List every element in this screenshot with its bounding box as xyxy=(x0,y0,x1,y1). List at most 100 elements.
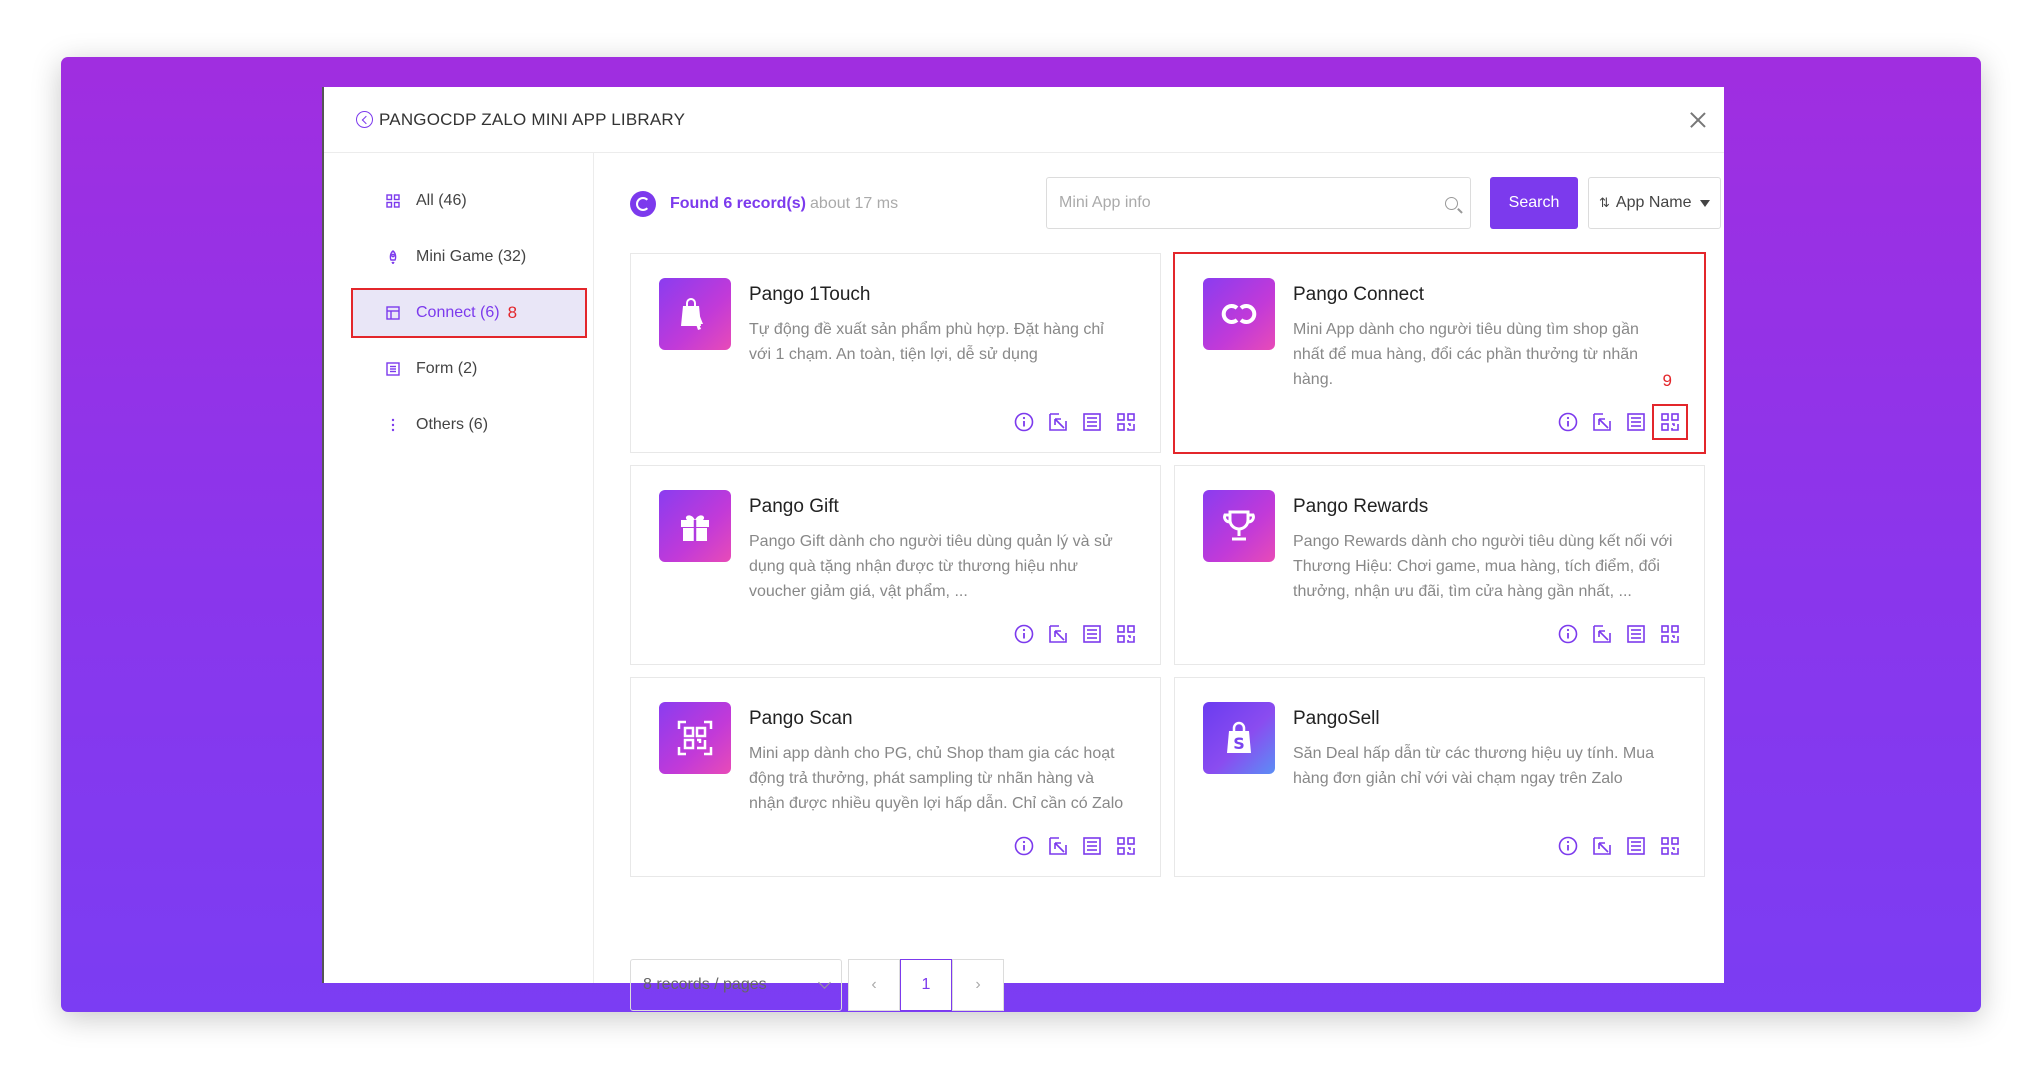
qr-code-icon[interactable] xyxy=(1660,624,1680,644)
form-icon xyxy=(386,362,400,376)
svg-text:S: S xyxy=(1233,734,1245,753)
app-card-pango-rewards[interactable]: Pango Rewards Pango Rewards dành cho ngư… xyxy=(1174,465,1705,665)
rocket-icon xyxy=(386,250,400,265)
app-card-pango-scan[interactable]: Pango Scan Mini app dành cho PG, chủ Sho… xyxy=(630,677,1161,877)
card-actions xyxy=(1558,404,1688,440)
open-link-icon[interactable] xyxy=(1048,412,1068,432)
details-list-icon[interactable] xyxy=(1082,412,1102,432)
page-size-select[interactable]: 8 records / pages xyxy=(630,959,842,1011)
app-title: Pango Scan xyxy=(749,708,853,729)
close-icon[interactable] xyxy=(1688,110,1708,130)
sort-icon: ⇅ xyxy=(1599,195,1610,210)
trophy-icon xyxy=(1203,490,1275,562)
card-actions xyxy=(1014,412,1136,432)
app-card-pangosell[interactable]: S PangoSell Săn Deal hấp dẫn từ các thươ… xyxy=(1174,677,1705,877)
chevron-left-icon: ‹ xyxy=(871,976,877,993)
open-link-icon[interactable] xyxy=(1048,624,1068,644)
card-actions xyxy=(1558,836,1680,856)
info-icon[interactable] xyxy=(1558,412,1578,432)
app-title: Pango Rewards xyxy=(1293,496,1429,517)
scan-icon xyxy=(659,702,731,774)
refresh-icon[interactable] xyxy=(630,191,656,217)
app-description: Săn Deal hấp dẫn từ các thương hiệu uy t… xyxy=(1293,745,1655,787)
qr-code-icon[interactable] xyxy=(1116,412,1136,432)
app-card-pango-connect[interactable]: Pango Connect Mini App dành cho người ti… xyxy=(1173,252,1706,454)
app-title: Pango 1Touch xyxy=(749,284,871,305)
open-link-icon[interactable] xyxy=(1048,836,1068,856)
modal-header: PANGOCDP ZALO MINI APP LIBRARY xyxy=(324,87,1724,153)
details-list-icon[interactable] xyxy=(1082,624,1102,644)
info-icon[interactable] xyxy=(1558,836,1578,856)
info-icon[interactable] xyxy=(1014,412,1034,432)
gift-icon xyxy=(659,490,731,562)
app-card-pango-gift[interactable]: Pango Gift Pango Gift dành cho người tiê… xyxy=(630,465,1161,665)
details-list-icon[interactable] xyxy=(1626,836,1646,856)
mini-app-library-modal: PANGOCDP ZALO MINI APP LIBRARY All (46) … xyxy=(322,87,1724,1011)
search-icon[interactable] xyxy=(1445,196,1458,210)
app-title: Pango Connect xyxy=(1293,284,1424,305)
chevron-right-icon: › xyxy=(975,976,981,993)
qr-code-icon[interactable] xyxy=(1116,624,1136,644)
search-field xyxy=(1046,177,1471,229)
app-description: Tự động đề xuất sản phẩm phù hợp. Đặt hà… xyxy=(749,321,1104,363)
result-summary: Found 6 record(s) about 17 ms xyxy=(630,191,898,217)
sidebar-item-label: Connect (6) xyxy=(416,304,500,321)
prev-page-button[interactable]: ‹ xyxy=(848,959,900,1011)
back-circle-icon[interactable] xyxy=(356,111,373,128)
sidebar-item-label: Form (2) xyxy=(416,360,478,377)
sort-select[interactable]: ⇅ App Name xyxy=(1588,177,1721,229)
details-list-icon[interactable] xyxy=(1626,624,1646,644)
sidebar-item-label: Others (6) xyxy=(416,416,489,433)
sell-bag-icon: S xyxy=(1203,702,1275,774)
search-input[interactable] xyxy=(1059,194,1445,212)
sidebar-item-connect[interactable]: Connect (6) 8 xyxy=(351,288,587,338)
link-icon xyxy=(1203,278,1275,350)
app-title: Pango Gift xyxy=(749,496,839,517)
app-description: Pango Rewards dành cho người tiêu dùng k… xyxy=(1293,533,1673,600)
sidebar-item-label: Mini Game (32) xyxy=(416,248,527,265)
qr-code-icon[interactable] xyxy=(1116,836,1136,856)
more-icon xyxy=(386,418,400,432)
grid-icon xyxy=(386,194,400,208)
info-icon[interactable] xyxy=(1558,624,1578,644)
page-size-label: 8 records / pages xyxy=(643,976,767,993)
sidebar-item-all[interactable]: All (46) xyxy=(352,177,586,225)
modal-title: PANGOCDP ZALO MINI APP LIBRARY xyxy=(379,109,686,129)
info-icon[interactable] xyxy=(1014,624,1034,644)
step-marker-8: 8 xyxy=(507,303,518,322)
sidebar-item-others[interactable]: Others (6) xyxy=(352,401,586,449)
open-link-icon[interactable] xyxy=(1592,836,1612,856)
sort-label: App Name xyxy=(1615,194,1692,211)
next-page-button[interactable]: › xyxy=(952,959,1004,1011)
app-description: Pango Gift dành cho người tiêu dùng quản… xyxy=(749,533,1113,600)
sidebar-item-form[interactable]: Form (2) xyxy=(352,345,586,393)
connect-icon xyxy=(386,306,400,320)
info-icon[interactable] xyxy=(1014,836,1034,856)
card-actions xyxy=(1558,624,1680,644)
library-content: Found 6 record(s) about 17 ms Search ⇅ A… xyxy=(594,153,1724,1011)
details-list-icon[interactable] xyxy=(1082,836,1102,856)
app-description: Mini App dành cho người tiêu dùng tìm sh… xyxy=(1293,321,1639,388)
open-link-icon[interactable] xyxy=(1592,624,1612,644)
found-count: Found 6 record(s) xyxy=(670,195,807,212)
pagination: 8 records / pages ‹ 1 › xyxy=(630,959,1004,1011)
qr-code-icon[interactable] xyxy=(1652,404,1688,440)
app-description: Mini app dành cho PG, chủ Shop tham gia … xyxy=(749,745,1124,812)
open-link-icon[interactable] xyxy=(1592,412,1612,432)
sidebar-item-label: All (46) xyxy=(416,192,467,209)
toolbar: Found 6 record(s) about 17 ms Search ⇅ A… xyxy=(630,177,1721,231)
search-button[interactable]: Search xyxy=(1490,177,1578,229)
category-sidebar: All (46) Mini Game (32) Connect (6) 8 Fo… xyxy=(324,153,594,983)
card-actions xyxy=(1014,836,1136,856)
card-actions xyxy=(1014,624,1136,644)
step-marker-9: 9 xyxy=(1662,371,1672,390)
app-card-pango-1touch[interactable]: Pango 1Touch Tự động đề xuất sản phẩm ph… xyxy=(630,253,1161,453)
caret-down-icon xyxy=(1699,199,1710,207)
sidebar-item-mini-game[interactable]: Mini Game (32) xyxy=(352,233,586,281)
touch-bag-icon xyxy=(659,278,731,350)
chevron-down-icon xyxy=(818,976,831,989)
app-title: PangoSell xyxy=(1293,708,1380,729)
page-number-button[interactable]: 1 xyxy=(900,959,952,1011)
details-list-icon[interactable] xyxy=(1626,412,1646,432)
qr-code-icon[interactable] xyxy=(1660,836,1680,856)
